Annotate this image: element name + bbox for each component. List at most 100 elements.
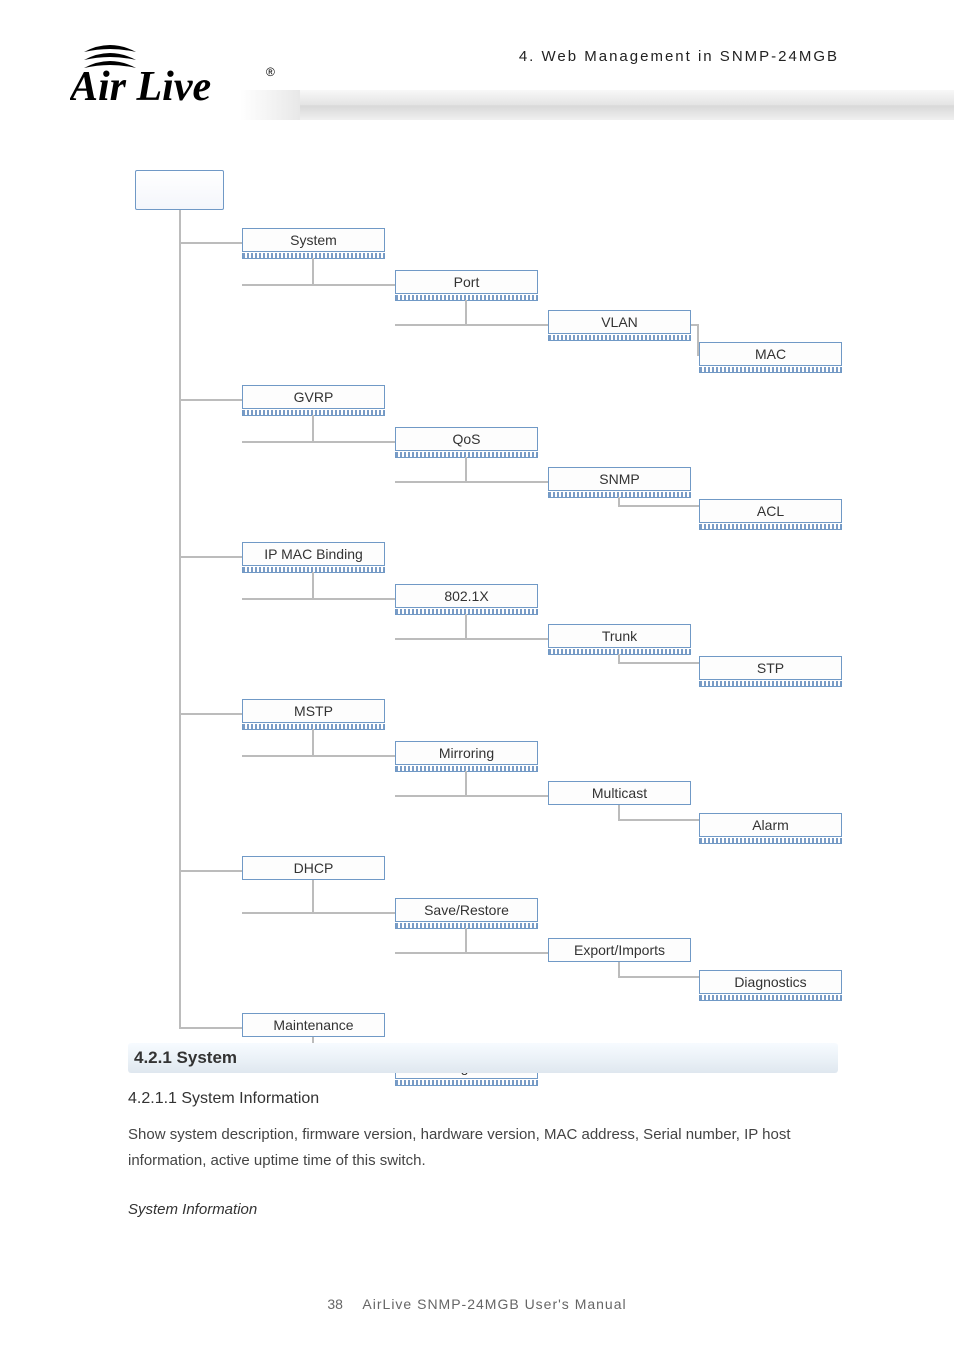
row2-seg2-v [465, 457, 467, 483]
row4-seg3-h [618, 819, 699, 821]
node-diag: Diagnostics [699, 970, 842, 996]
node-label: Alarm [699, 813, 842, 837]
node-vlan: VLAN [548, 310, 691, 336]
node-system: System [242, 228, 385, 254]
node-ipmac: IP MAC Binding [242, 542, 385, 568]
tree-stem-vertical [179, 210, 181, 940]
row5-seg2-v [465, 928, 467, 954]
page: 4. Web Management in SNMP-24MGB Air Live… [0, 0, 954, 1350]
header-divider [300, 90, 954, 120]
node-label: DHCP [242, 856, 385, 880]
row3-seg1-v [312, 572, 314, 600]
row3-seg2-v [465, 614, 467, 640]
subsection-heading: 4.2.1.1 System Information [128, 1085, 838, 1112]
row5-seg2-h [395, 952, 548, 954]
node-hatch [699, 838, 842, 844]
node-label: Multicast [548, 781, 691, 805]
node-label: GVRP [242, 385, 385, 409]
body-block: 4.2.1.1 System Information Show system d… [128, 1085, 838, 1223]
row1-branch-h [179, 242, 242, 244]
row4-seg3-v [618, 805, 620, 819]
footer-label: AirLive SNMP-24MGB User's Manual [362, 1296, 626, 1312]
node-label: QoS [395, 427, 538, 451]
row3-seg3-v [618, 654, 620, 662]
node-label: Port [395, 270, 538, 294]
node-label: System [242, 228, 385, 252]
row2-seg1-h [242, 441, 395, 443]
row4-seg1-v [312, 729, 314, 757]
node-port: Port [395, 270, 538, 296]
row1-seg1-h [242, 284, 395, 286]
row2-seg3-v [618, 497, 620, 505]
row3-branch-h [179, 556, 242, 558]
svg-text:®: ® [266, 65, 275, 79]
node-label: VLAN [548, 310, 691, 334]
row5-branch-h [179, 870, 242, 872]
row3-seg1-h [242, 598, 395, 600]
row6-branch-h [179, 1027, 242, 1029]
node-label: IP MAC Binding [242, 542, 385, 566]
row3-seg2-h [395, 638, 548, 640]
node-maint: Maintenance [242, 1013, 385, 1039]
control-heading: System Information [128, 1197, 838, 1223]
node-mirror: Mirroring [395, 741, 538, 767]
tree-root-box [135, 170, 224, 210]
node-trunk: Trunk [548, 624, 691, 650]
node-hatch [699, 524, 842, 530]
node-stp: STP [699, 656, 842, 682]
section-title-bar: 4.2.1 System [128, 1043, 838, 1073]
node-mstp: MSTP [242, 699, 385, 725]
node-saverest: Save/Restore [395, 898, 538, 924]
node-label: Save/Restore [395, 898, 538, 922]
node-gvrp: GVRP [242, 385, 385, 411]
row5-seg3-h [618, 976, 699, 978]
footer: 38 AirLive SNMP-24MGB User's Manual [0, 1296, 954, 1312]
subsection-paragraph: Show system description, firmware versio… [128, 1122, 838, 1173]
section-title: 4.2.1 System [134, 1048, 237, 1068]
node-label: ACL [699, 499, 842, 523]
page-number-value: 38 [327, 1296, 343, 1312]
node-hatch [548, 335, 691, 341]
row4-seg1-h [242, 755, 395, 757]
tree-stem-extend [179, 940, 181, 1029]
row4-seg2-h [395, 795, 548, 797]
node-label: Trunk [548, 624, 691, 648]
node-qos: QoS [395, 427, 538, 453]
node-label: Export/Imports [548, 938, 691, 962]
node-label: STP [699, 656, 842, 680]
row2-seg2-h [395, 481, 548, 483]
node-alarm: Alarm [699, 813, 842, 839]
node-8021x: 802.1X [395, 584, 538, 610]
row3-seg3-h [618, 662, 699, 664]
row2-branch-h [179, 399, 242, 401]
node-label: MAC [699, 342, 842, 366]
row5-seg1-h [242, 912, 395, 914]
row1-seg1-v [312, 258, 314, 286]
row5-seg3-v [618, 962, 620, 976]
node-label: Diagnostics [699, 970, 842, 994]
svg-text:Air Live: Air Live [70, 64, 211, 110]
node-dhcp: DHCP [242, 856, 385, 882]
row5-seg1-v [312, 880, 314, 914]
node-mac: MAC [699, 342, 842, 368]
node-hatch [699, 367, 842, 373]
node-mcast: Multicast [548, 781, 691, 807]
node-label: Mirroring [395, 741, 538, 765]
row1-seg2-v [465, 300, 467, 326]
node-label: SNMP [548, 467, 691, 491]
node-label: Maintenance [242, 1013, 385, 1037]
node-hatch [699, 681, 842, 687]
row4-seg2-v [465, 771, 467, 797]
node-hatch [699, 995, 842, 1001]
node-acl: ACL [699, 499, 842, 525]
row4-branch-h [179, 713, 242, 715]
row1-seg2-h [395, 324, 548, 326]
menu-tree-diagram: System Port VLAN MAC GVRP QoS SNMP ACL I… [135, 170, 845, 980]
row2-seg3-h [618, 505, 699, 507]
node-label: 802.1X [395, 584, 538, 608]
node-label: MSTP [242, 699, 385, 723]
node-expimp: Export/Imports [548, 938, 691, 964]
header-chapter-text: 4. Web Management in SNMP-24MGB [519, 48, 839, 65]
row2-seg1-v [312, 415, 314, 443]
node-snmp: SNMP [548, 467, 691, 493]
